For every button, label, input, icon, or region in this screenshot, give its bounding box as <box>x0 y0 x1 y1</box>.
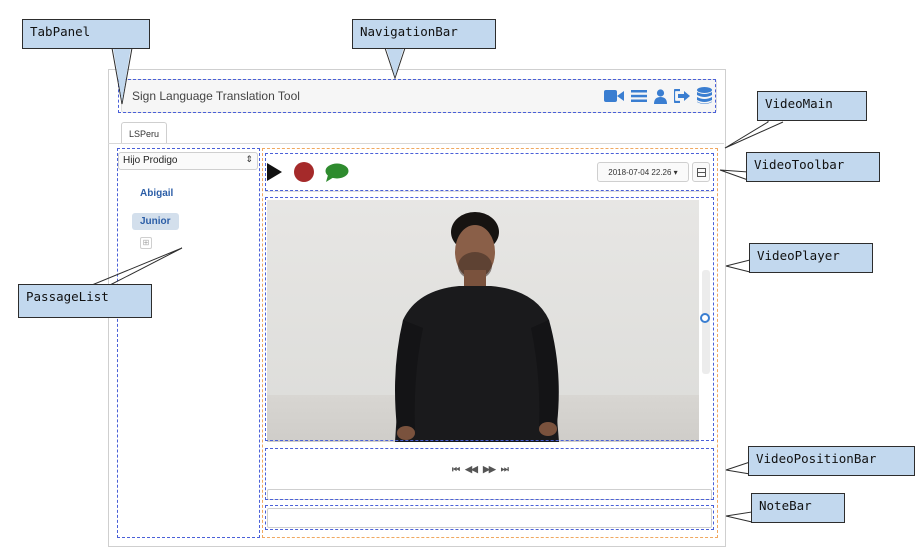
callout-video-player-label: VideoPlayer <box>757 248 840 263</box>
callout-tab-panel-label: TabPanel <box>30 24 91 39</box>
callout-video-main: VideoMain <box>757 91 867 121</box>
callout-video-toolbar: VideoToolbar <box>746 152 880 182</box>
callout-video-position-bar-label: VideoPositionBar <box>756 451 877 466</box>
callout-video-toolbar-label: VideoToolbar <box>754 157 845 172</box>
callout-navigation-bar-label: NavigationBar <box>360 24 458 39</box>
callout-note-bar: NoteBar <box>751 493 845 523</box>
callout-video-main-label: VideoMain <box>765 96 833 111</box>
callout-video-player: VideoPlayer <box>749 243 873 273</box>
callout-passage-list-label: PassageList <box>26 289 109 304</box>
callout-passage-list: PassageList <box>18 284 152 318</box>
callout-video-position-bar: VideoPositionBar <box>748 446 915 476</box>
callout-navigation-bar: NavigationBar <box>352 19 496 49</box>
callout-note-bar-label: NoteBar <box>759 498 812 513</box>
callout-tab-panel: TabPanel <box>22 19 150 49</box>
